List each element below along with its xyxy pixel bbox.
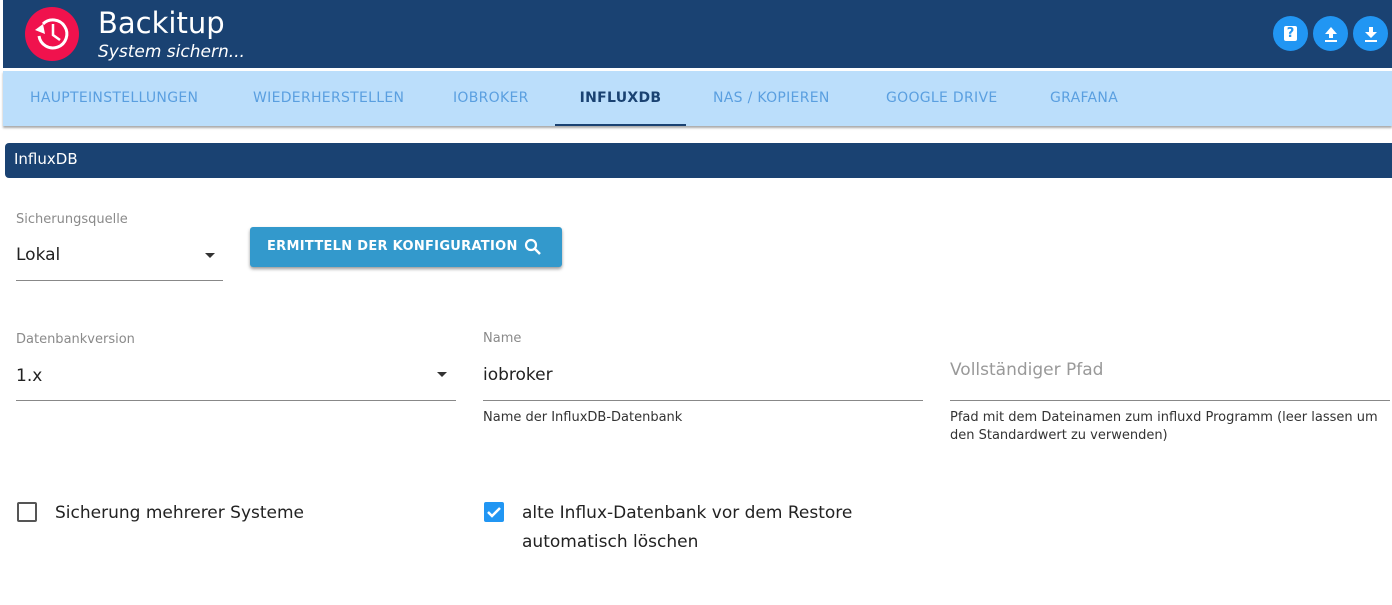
name-input[interactable]: iobroker <box>483 365 553 385</box>
path-input[interactable]: Vollständiger Pfad <box>950 360 1103 380</box>
path-help: Pfad mit dem Dateinamen zum influxd Prog… <box>950 410 1378 443</box>
source-underline <box>16 280 223 281</box>
tab-bar: HAUPTEINSTELLUNGEN WIEDERHERSTELLEN IOBR… <box>3 71 1392 126</box>
tab-google-drive[interactable]: GOOGLE DRIVE <box>886 71 998 126</box>
search-icon <box>524 238 541 255</box>
path-underline <box>950 400 1390 401</box>
download-button[interactable] <box>1353 16 1388 51</box>
source-select[interactable]: Lokal <box>16 245 60 265</box>
tab-iobroker[interactable]: IOBROKER <box>453 71 529 126</box>
tab-wiederherstellen[interactable]: WIEDERHERSTELLEN <box>253 71 404 126</box>
detect-config-button[interactable]: ERMITTELN DER KONFIGURATION <box>250 227 562 267</box>
name-label: Name <box>483 331 522 346</box>
delete-old-checkbox[interactable] <box>484 502 504 522</box>
multi-system-label: Sicherung mehrerer Systeme <box>55 503 305 523</box>
chevron-down-icon[interactable] <box>437 372 447 377</box>
app-title: Backitup <box>98 6 225 40</box>
db-version-label: Datenbankversion <box>16 332 135 347</box>
detect-config-label: ERMITTELN DER KONFIGURATION <box>267 239 518 254</box>
help-button[interactable]: ? <box>1273 16 1308 51</box>
tab-haupteinstellungen[interactable]: HAUPTEINSTELLUNGEN <box>30 71 198 126</box>
clock-history-logo-icon <box>25 7 79 61</box>
tab-influxdb[interactable]: INFLUXDB <box>555 71 686 126</box>
name-help: Name der InfluxDB-Datenbank <box>483 410 683 425</box>
tab-nas-kopieren[interactable]: NAS / KOPIEREN <box>713 71 830 126</box>
upload-icon <box>1324 26 1337 42</box>
app-subtitle: System sichern... <box>98 42 245 62</box>
db-version-underline <box>16 400 456 401</box>
source-label: Sicherungsquelle <box>16 212 128 227</box>
chevron-down-icon[interactable] <box>205 253 215 258</box>
multi-system-checkbox[interactable] <box>17 502 37 522</box>
tab-grafana[interactable]: GRAFANA <box>1050 71 1118 126</box>
download-icon <box>1364 26 1377 42</box>
help-icon: ? <box>1283 26 1298 41</box>
app-header: Backitup System sichern... ? <box>3 0 1392 68</box>
delete-old-label: alte Influx-Datenbank vor dem Restore au… <box>522 503 853 552</box>
upload-button[interactable] <box>1313 16 1348 51</box>
db-version-select[interactable]: 1.x <box>16 366 42 386</box>
name-underline <box>483 400 923 401</box>
checkmark-icon <box>487 507 501 518</box>
section-title: InfluxDB <box>5 143 1392 178</box>
